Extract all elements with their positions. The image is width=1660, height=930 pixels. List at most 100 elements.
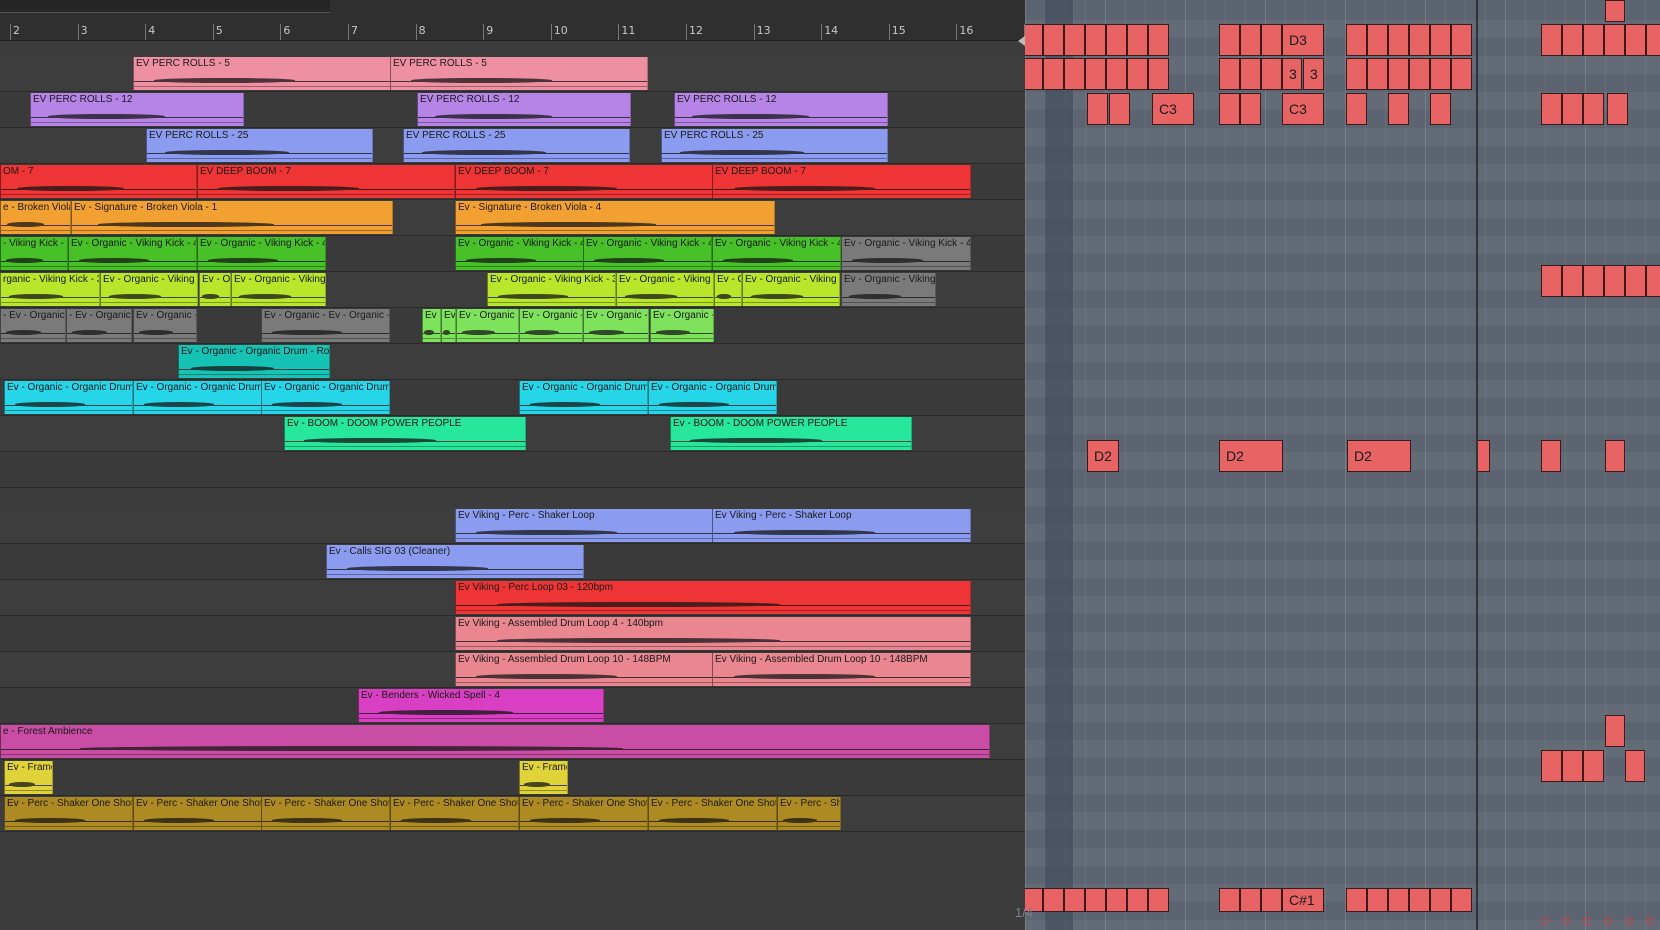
velocity-marker[interactable] [1604, 917, 1612, 925]
track-lane[interactable]: rganic - Viking Kick - 3 Ev - Organic - V… [0, 272, 1025, 308]
midi-note[interactable] [1646, 265, 1660, 297]
audio-clip[interactable]: Ev Viking - Perc Loop 03 - 120bpm [455, 581, 971, 614]
midi-note[interactable] [1064, 888, 1085, 912]
track-lane[interactable]: OM - 7 EV DEEP BOOM - 7 EV DEEP BOOM - 7 EV… [0, 164, 1025, 200]
track-lane[interactable]: Ev Viking - Perc Loop 03 - 120bpm [0, 580, 1025, 616]
track-lane[interactable]: - Viking Kick - 4 Ev - Organic - Viking K… [0, 236, 1025, 272]
midi-note[interactable]: C3 [1152, 93, 1194, 125]
midi-note[interactable] [1346, 888, 1367, 912]
midi-note[interactable] [1605, 715, 1625, 747]
audio-clip[interactable]: Ev [441, 309, 456, 342]
audio-clip[interactable]: Ev - Organic - Viking [841, 273, 936, 306]
track-lane[interactable]: e - Broken Viola Ev - Signature - Broken … [0, 200, 1025, 236]
audio-clip[interactable]: - Ev - Organic [0, 309, 66, 342]
audio-clip[interactable]: Ev Viking - Perc - Shaker Loop [455, 509, 713, 542]
track-lane[interactable]: Ev Viking - Perc - Shaker Loop Ev Viking … [0, 508, 1025, 544]
velocity-marker[interactable] [1646, 917, 1654, 925]
track-lane[interactable]: EV PERC ROLLS - 25 EV PERC ROLLS - 25 EV P… [0, 128, 1025, 164]
midi-note[interactable] [1127, 888, 1148, 912]
midi-note[interactable] [1043, 58, 1064, 90]
track-lane[interactable]: Ev Viking - Assembled Drum Loop 10 - 148… [0, 652, 1025, 688]
midi-note[interactable] [1261, 24, 1282, 56]
midi-note[interactable] [1605, 0, 1625, 22]
midi-note[interactable] [1562, 24, 1583, 56]
midi-note[interactable] [1025, 58, 1043, 90]
audio-clip[interactable]: Ev - Organic - Viking Kick - 4 [455, 237, 584, 270]
audio-clip[interactable]: EV PERC ROLLS - 25 [146, 129, 373, 162]
midi-note[interactable] [1625, 750, 1645, 782]
velocity-marker[interactable] [1583, 917, 1591, 925]
midi-note[interactable] [1064, 58, 1085, 90]
audio-clip[interactable]: - Ev - Organic [66, 309, 132, 342]
audio-clip[interactable]: Ev - Organic - Viking [100, 273, 198, 306]
audio-clip[interactable]: EV PERC ROLLS - 12 [674, 93, 888, 126]
midi-note[interactable] [1261, 58, 1282, 90]
track-lane[interactable]: e - Forest Ambience [0, 724, 1025, 760]
midi-note[interactable] [1367, 888, 1388, 912]
midi-note[interactable] [1064, 24, 1085, 56]
track-lane[interactable]: Ev - Frame Ev - Frame [0, 760, 1025, 796]
velocity-marker[interactable] [1625, 917, 1633, 925]
midi-note[interactable] [1085, 888, 1106, 912]
midi-note[interactable] [1043, 24, 1064, 56]
audio-clip[interactable]: EV PERC ROLLS - 25 [403, 129, 630, 162]
midi-note[interactable]: 3 [1303, 58, 1324, 90]
midi-note[interactable] [1085, 24, 1106, 56]
audio-clip[interactable]: Ev - Organic - Viking Kick - 4 [712, 237, 841, 270]
timeline-ruler[interactable]: 234567891011121314151617 [0, 0, 1025, 46]
midi-note[interactable] [1127, 24, 1148, 56]
track-lane[interactable]: Ev - Organic - Organic Drum Ev - Organic … [0, 380, 1025, 416]
midi-note[interactable]: D3 [1282, 24, 1324, 56]
audio-clip[interactable]: Ev - Organic - [519, 309, 583, 342]
midi-note[interactable] [1604, 265, 1625, 297]
audio-clip[interactable]: Ev Viking - Assembled Drum Loop 4 - 140b… [455, 617, 971, 650]
midi-note[interactable] [1607, 93, 1628, 125]
midi-note[interactable] [1346, 24, 1367, 56]
midi-note[interactable] [1240, 58, 1261, 90]
audio-clip[interactable]: Ev - Organic - Viking Kick - 4 [841, 237, 971, 270]
audio-clip[interactable]: Ev - Organic - Organic Drum - Rol [178, 345, 330, 378]
midi-note[interactable] [1583, 24, 1604, 56]
midi-note[interactable] [1148, 24, 1169, 56]
midi-note[interactable]: D2 [1219, 440, 1283, 472]
audio-clip[interactable]: Ev - Signature - Broken Viola - 4 [455, 201, 775, 234]
midi-note[interactable] [1367, 58, 1388, 90]
audio-clip[interactable]: Ev - Organic - Viking [231, 273, 326, 306]
track-lane[interactable]: Ev - Organic - Organic Drum - Rol [0, 344, 1025, 380]
audio-clip[interactable]: Ev - Signature - Broken Viola - 1 [71, 201, 393, 234]
audio-clip[interactable]: Ev - Organic - Viking [616, 273, 714, 306]
audio-clip[interactable]: Ev - Perc - Shaker One Shot 4 [777, 797, 841, 830]
audio-clip[interactable]: Ev - Frame [519, 761, 568, 794]
audio-clip[interactable]: Ev - Organic - [650, 309, 714, 342]
midi-note[interactable] [1261, 888, 1282, 912]
audio-clip[interactable]: Ev - Organic - Viking Kick - 4 [583, 237, 712, 270]
audio-clip[interactable]: Ev Viking - Perc - Shaker Loop [712, 509, 971, 542]
midi-note[interactable]: D2 [1347, 440, 1411, 472]
audio-clip[interactable]: Ev - Organic - Organic Drum [4, 381, 133, 414]
midi-note[interactable] [1430, 888, 1451, 912]
audio-clip[interactable]: e - Forest Ambience [0, 725, 990, 758]
track-lane[interactable]: Ev - Benders - Wicked Spell - 4 [0, 688, 1025, 724]
piano-roll[interactable]: D3 3 3 C3 C3 D2 D2 D2 C#1 [1025, 0, 1660, 930]
track-lane[interactable]: Ev - BOOM - DOOM POWER PEOPLE Ev - BOOM -… [0, 416, 1025, 452]
midi-note[interactable] [1346, 58, 1367, 90]
midi-note[interactable] [1541, 750, 1562, 782]
audio-clip[interactable]: Ev - Perc - Shaker One Shot [133, 797, 262, 830]
midi-note[interactable] [1583, 265, 1604, 297]
loop-end-marker[interactable] [1018, 36, 1025, 46]
midi-note[interactable] [1106, 888, 1127, 912]
midi-note[interactable] [1367, 24, 1388, 56]
audio-clip[interactable]: Ev - Organic - [583, 309, 649, 342]
midi-note[interactable] [1043, 888, 1064, 912]
midi-note[interactable] [1541, 265, 1562, 297]
audio-clip[interactable]: OM - 7 [0, 165, 197, 198]
audio-clip[interactable]: EV PERC ROLLS - 5 [133, 57, 391, 90]
audio-clip[interactable]: EV PERC ROLLS - 5 [390, 57, 648, 90]
midi-note[interactable] [1388, 58, 1409, 90]
audio-clip[interactable]: Ev - Organic - [133, 309, 197, 342]
audio-clip[interactable]: Ev - Organic - Viking Kick - 4 [197, 237, 326, 270]
midi-note[interactable] [1430, 24, 1451, 56]
midi-note[interactable] [1451, 888, 1472, 912]
midi-note[interactable] [1085, 58, 1106, 90]
audio-clip[interactable]: Ev - Organic - Ev - Organic - [261, 309, 390, 342]
